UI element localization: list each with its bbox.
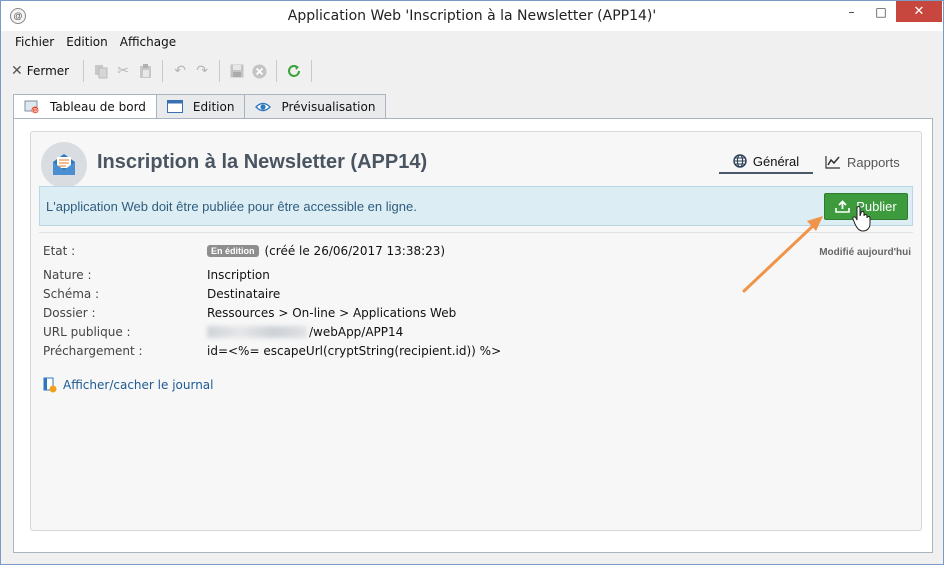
tab-label: Tableau de bord [50,100,146,114]
page-title: Inscription à la Newsletter (APP14) [97,151,428,173]
schema-value: Destinataire [207,287,281,301]
dashboard-card: Inscription à la Newsletter (APP14) Géné… [30,131,922,531]
subtab-rapports[interactable]: Rapports [825,150,900,174]
minimize-button[interactable]: – [837,1,866,22]
dossier-label: Dossier : [43,306,96,320]
close-button[interactable]: ✕ Fermer [11,63,77,79]
prechargement-value: id=<%= escapeUrl(cryptString(recipient.i… [207,344,502,358]
close-window-button[interactable]: ✕ [896,1,942,22]
application-window: @ Application Web 'Inscription à la News… [0,0,944,565]
paste-icon[interactable] [134,60,156,82]
newsletter-avatar [41,142,87,188]
etat-label: Etat : [43,244,76,258]
toggle-journal-link[interactable]: Afficher/cacher le journal [43,377,214,393]
banner-text: L'application Web doit être publiée pour… [46,199,417,214]
menu-edition[interactable]: Edition [60,35,114,49]
edit-window-icon [166,100,183,114]
globe-icon [733,154,747,168]
tab-edition[interactable]: Edition [155,94,246,118]
toolbar-separator [83,60,85,82]
close-icon: ✕ [11,63,23,79]
menu-bar: Fichier Edition Affichage [1,31,943,52]
chart-icon [825,156,840,169]
svg-text:@: @ [32,108,38,115]
content-panel: Inscription à la Newsletter (APP14) Géné… [13,118,933,553]
cancel-icon[interactable] [248,60,270,82]
envelope-icon [53,154,75,175]
toolbar-separator [276,60,278,82]
etat-value: (créé le 26/06/2017 13:38:23) [264,244,446,258]
tab-bar: @ Tableau de bord Edition Prévisualisati… [13,94,387,119]
publish-button[interactable]: Publier [824,193,908,220]
copy-icon[interactable] [90,60,112,82]
schema-label: Schéma : [43,287,100,301]
modified-date: Modifié aujourd'hui [819,247,911,258]
redo-icon[interactable]: ↷ [191,60,213,82]
maximize-button[interactable]: □ [867,1,895,22]
window-title: Application Web 'Inscription à la Newsle… [287,8,657,24]
prechargement-label: Préchargement : [43,344,143,358]
nature-value: Inscription [207,268,270,282]
status-badge: En édition [207,245,259,257]
url-label: URL publique : [43,325,131,339]
tab-label: Edition [192,99,235,114]
subtab-general-label: Général [752,153,800,169]
menu-affichage[interactable]: Affichage [114,35,182,49]
nature-label: Nature : [43,268,92,282]
toolbar: ✕ Fermer ✂ ↶ ↷ [1,56,943,86]
upload-icon [835,200,851,213]
publish-label: Publier [856,199,897,214]
save-icon[interactable] [226,60,248,82]
dossier-value: Ressources > On-line > Applications Web [207,306,457,320]
title-bar: @ Application Web 'Inscription à la News… [1,1,943,31]
tab-label: Prévisualisation [281,99,376,114]
menu-fichier[interactable]: Fichier [9,35,60,49]
toolbar-separator [162,60,164,82]
etat-value-row: En édition (créé le 26/06/2017 13:38:23) [207,244,445,258]
close-label: Fermer [26,64,70,78]
journal-link-label: Afficher/cacher le journal [63,378,214,392]
tab-previsualisation[interactable]: Prévisualisation [244,94,387,118]
toolbar-separator [311,60,313,82]
subtab-rapports-label: Rapports [847,154,900,170]
blurred-host [207,326,307,338]
divider [39,232,913,233]
cut-icon[interactable]: ✂ [112,60,134,82]
url-value-row: /webApp/APP14 [207,325,403,339]
refresh-icon[interactable] [283,60,305,82]
publish-banner: L'application Web doit être publiée pour… [39,186,913,226]
dashboard-icon: @ [24,100,40,114]
eye-icon [255,100,272,114]
undo-icon[interactable]: ↶ [169,60,191,82]
journal-icon [43,377,57,393]
tab-tableau-de-bord[interactable]: @ Tableau de bord [13,94,157,119]
url-value[interactable]: /webApp/APP14 [309,325,403,339]
subtab-general[interactable]: Général [719,150,813,174]
toolbar-separator [219,60,221,82]
